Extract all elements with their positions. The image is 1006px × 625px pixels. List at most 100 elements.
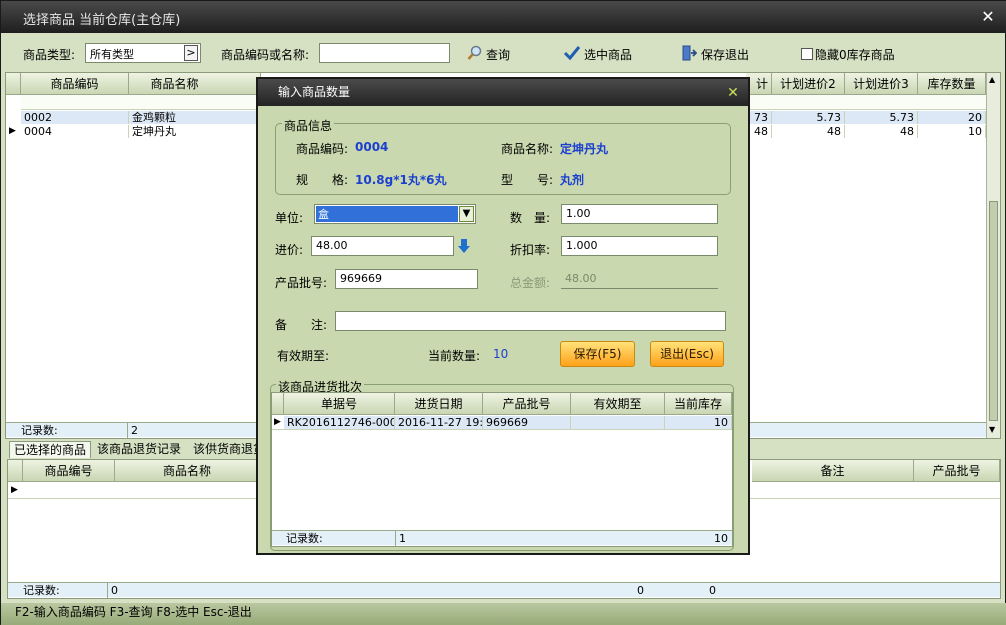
unit-value: 盒 xyxy=(316,206,458,222)
batch-count-value: 1 xyxy=(395,531,406,546)
hide-zero-checkbox[interactable] xyxy=(801,48,813,60)
batch-input[interactable]: 969669 xyxy=(335,269,478,289)
batch-stock-sum: 10 xyxy=(714,532,728,545)
row-plan-price-2: 48 xyxy=(772,125,845,138)
code-search-input[interactable] xyxy=(319,43,450,63)
row-pointer-icon: ▶ xyxy=(9,126,16,136)
code-label: 商品编码: xyxy=(296,142,349,156)
scroll-thumb[interactable] xyxy=(989,201,998,421)
row-plan-price-3: 48 xyxy=(845,125,918,138)
expiry-label: 有效期至: xyxy=(277,349,330,363)
row-code: 0004 xyxy=(21,125,129,138)
bottom-record-count-label: 记录数: xyxy=(23,584,60,597)
header-doc-no[interactable]: 单据号 xyxy=(284,393,395,415)
type-select[interactable]: 所有类型 > xyxy=(85,43,201,63)
search-icon xyxy=(467,45,482,60)
unit-select[interactable]: 盒 ▼ xyxy=(314,204,476,224)
discount-label: 折扣率: xyxy=(510,243,551,257)
tab-bar: 已选择的商品 该商品退货记录 该供货商退货 xyxy=(9,441,269,458)
spec-label: 规 格: xyxy=(296,173,349,187)
toolbar: 商品类型: 所有类型 > 商品编码或名称: 查询 选中商品 保存退出 隐藏0库存… xyxy=(1,37,1006,69)
tab-selected-goods[interactable]: 已选择的商品 xyxy=(9,441,92,458)
batch-label: 产品批号: xyxy=(275,276,328,290)
hide-zero-label: 隐藏0库存商品 xyxy=(815,48,895,62)
model-value: 丸剂 xyxy=(560,173,585,187)
bottom-record-count-value: 0 xyxy=(107,583,118,598)
header-batch-no[interactable]: 产品批号 xyxy=(483,393,571,415)
code-label: 商品编码或名称: xyxy=(221,48,310,62)
query-label: 查询 xyxy=(486,48,511,62)
unit-label: 单位: xyxy=(275,211,304,225)
exit-button[interactable]: 退出(Esc) xyxy=(650,341,724,367)
vertical-scrollbar[interactable]: ▲ ▼ xyxy=(986,73,1000,438)
spec-value: 10.8g*1丸*6丸 xyxy=(355,173,447,187)
price-label: 进价: xyxy=(275,243,304,257)
quantity-input[interactable]: 1.00 xyxy=(561,204,718,224)
row-batch-no: 969669 xyxy=(483,416,571,429)
status-bar: F2-输入商品编码 F3-查询 F8-选中 Esc-退出 xyxy=(1,603,1006,625)
header-batch-no[interactable]: 产品批号 xyxy=(914,460,1000,482)
scroll-down-icon[interactable]: ▼ xyxy=(989,425,995,434)
header-current-stock[interactable]: 当前库存 xyxy=(665,393,732,415)
code-value: 0004 xyxy=(355,140,389,154)
title-bar: 选择商品 当前仓库(主仓库) ✕ xyxy=(1,1,1006,33)
dialog-close-icon[interactable]: ✕ xyxy=(724,84,742,102)
row-pointer-icon: ▶ xyxy=(11,485,18,495)
row-plan-price-3: 5.73 xyxy=(845,111,918,124)
exit-door-icon xyxy=(682,45,697,61)
header-stock[interactable]: 库存数量 xyxy=(918,73,986,95)
header-goods-name[interactable]: 商品名称 xyxy=(129,73,261,95)
dialog-title: 输入商品数量 xyxy=(258,79,748,106)
record-count-label: 记录数: xyxy=(21,424,58,437)
scroll-up-icon[interactable]: ▲ xyxy=(989,75,995,84)
row-purchase-date: 2016-11-27 19: xyxy=(395,416,483,429)
record-count-value: 2 xyxy=(127,423,138,438)
quantity-dialog: 输入商品数量 ✕ 商品信息 商品编码: 0004 商品名称: 定坤丹丸 规 格:… xyxy=(256,77,750,555)
goods-info-legend: 商品信息 xyxy=(282,117,335,134)
row-pointer-icon: ▶ xyxy=(274,417,281,427)
bottom-record-count-row: 记录数: 0 0 0 xyxy=(8,582,1000,598)
header-expiry[interactable]: 有效期至 xyxy=(571,393,665,415)
row-stock: 10 xyxy=(918,125,986,138)
arrow-down-icon[interactable] xyxy=(457,238,471,254)
check-icon xyxy=(563,46,581,61)
type-value: 所有类型 xyxy=(90,48,134,61)
remark-label: 备 注: xyxy=(275,318,328,332)
price-input[interactable]: 48.00 xyxy=(311,236,454,256)
current-qty-label: 当前数量: xyxy=(428,349,481,363)
type-label: 商品类型: xyxy=(23,48,76,62)
discount-input[interactable]: 1.000 xyxy=(561,236,718,256)
save-button[interactable]: 保存(F5) xyxy=(560,341,635,367)
close-icon[interactable]: ✕ xyxy=(977,7,999,27)
name-label: 商品名称: xyxy=(501,142,554,156)
header-remark[interactable]: 备注 xyxy=(752,460,914,482)
tab-return-records[interactable]: 该商品退货记录 xyxy=(93,441,185,458)
total-label: 总金额: xyxy=(510,276,551,290)
header-plan-price-3[interactable]: 计划进价3 xyxy=(845,73,918,95)
chevron-down-icon[interactable]: ▼ xyxy=(459,206,474,222)
window-title: 选择商品 当前仓库(主仓库) xyxy=(23,13,181,28)
header-purchase-date[interactable]: 进货日期 xyxy=(395,393,483,415)
header-plan-price-2[interactable]: 计划进价2 xyxy=(772,73,845,95)
table-row[interactable]: ▶ RK2016112746-0001 2016-11-27 19: 96966… xyxy=(272,416,732,430)
row-doc-no: RK2016112746-0001 xyxy=(284,416,395,429)
batch-count-row: 记录数: 1 10 xyxy=(272,530,732,546)
batch-grid: 单据号 进货日期 产品批号 有效期至 当前库存 ▶ RK2016112746-0… xyxy=(271,392,733,547)
model-label: 型 号: xyxy=(501,173,554,187)
chevron-right-icon[interactable]: > xyxy=(184,45,198,61)
header-goods-no[interactable]: 商品编号 xyxy=(23,460,115,482)
total-amount-field: 48.00 xyxy=(561,269,718,289)
save-exit-label: 保存退出 xyxy=(701,48,750,62)
row-name: 定坤丹丸 xyxy=(129,125,261,138)
batch-count-label: 记录数: xyxy=(286,532,323,545)
name-value: 定坤丹丸 xyxy=(560,142,609,156)
row-code: 0002 xyxy=(21,111,129,124)
remark-input[interactable] xyxy=(335,311,726,331)
row-name: 金鸡颗粒 xyxy=(129,111,261,124)
row-current-stock: 10 xyxy=(665,416,732,429)
header-goods-name[interactable]: 商品名称 xyxy=(115,460,260,482)
row-stock: 20 xyxy=(918,111,986,124)
current-qty-value: 10 xyxy=(493,347,509,361)
header-goods-code[interactable]: 商品编码 xyxy=(21,73,129,95)
row-plan-price-2: 5.73 xyxy=(772,111,845,124)
